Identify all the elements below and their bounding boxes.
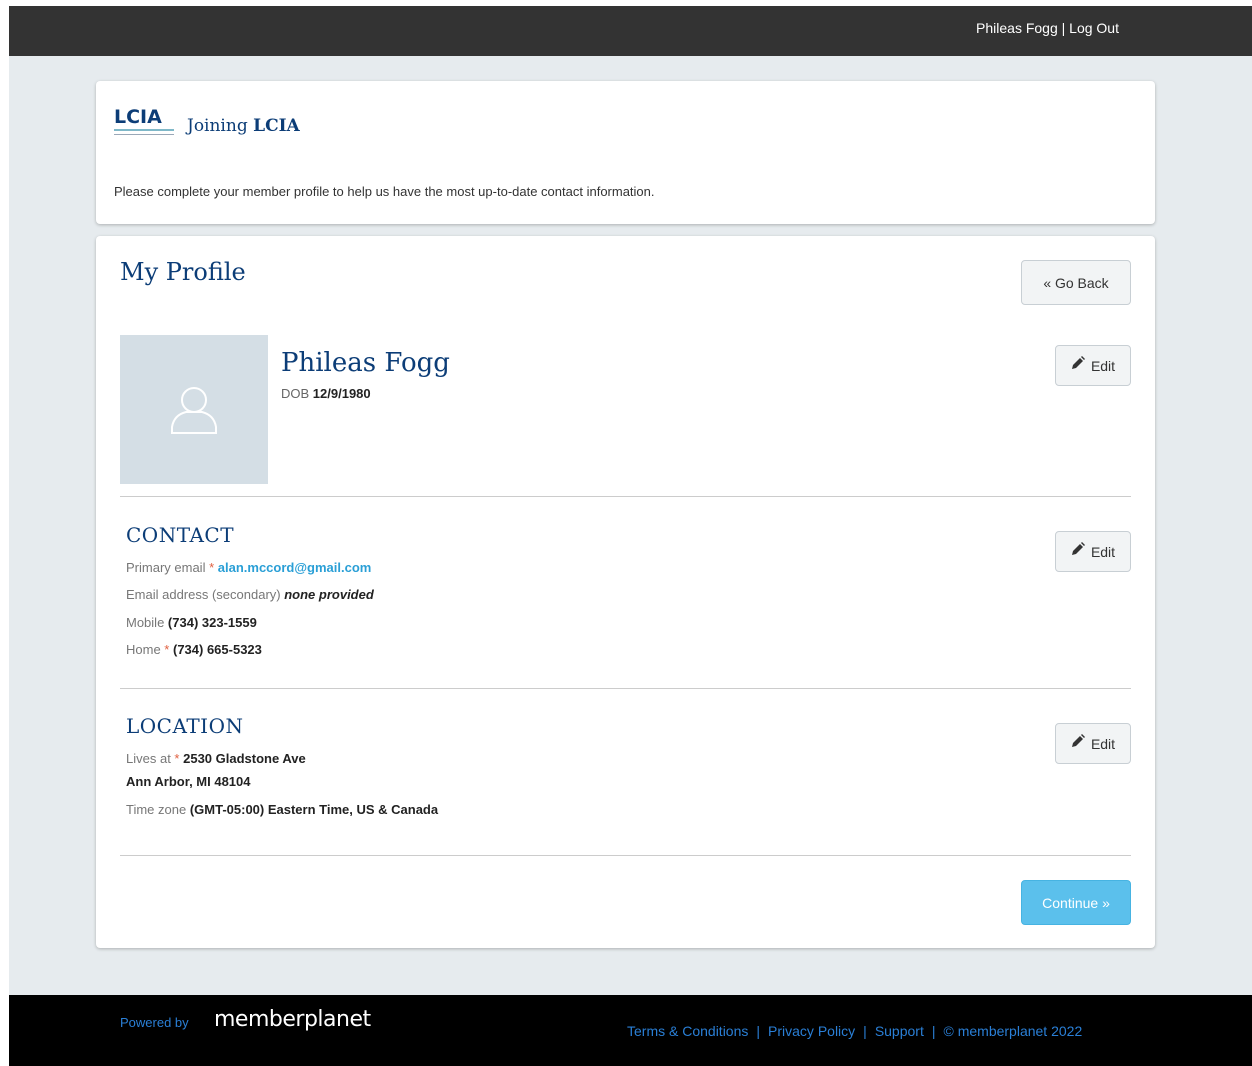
edit-label: Edit bbox=[1090, 543, 1116, 560]
terms-link[interactable]: Terms & Conditions bbox=[627, 1023, 748, 1039]
go-back-button[interactable]: « Go Back bbox=[1021, 260, 1131, 305]
footer-separator: | bbox=[756, 1023, 761, 1039]
pencil-icon bbox=[1071, 355, 1085, 369]
user-icon bbox=[171, 387, 217, 434]
continue-button[interactable]: Continue » bbox=[1021, 880, 1131, 925]
footer-separator: | bbox=[863, 1023, 867, 1039]
page-frame: Phileas Fogg | Log Out LCIA Joining LCIA… bbox=[9, 6, 1252, 1066]
joining-org: LCIA bbox=[253, 116, 300, 136]
secondary-email-value: none provided bbox=[284, 587, 374, 602]
topbar-separator: | bbox=[1057, 20, 1070, 36]
member-name: Phileas Fogg bbox=[281, 348, 450, 378]
joining-prefix: Joining bbox=[187, 116, 254, 136]
mobile-row: Mobile (734) 323-1559 bbox=[126, 615, 257, 630]
footer-links: Terms & Conditions | Privacy Policy | Suppor… bbox=[627, 1023, 1082, 1039]
timezone-label: Time zone bbox=[126, 802, 190, 817]
privacy-link[interactable]: Privacy Policy bbox=[768, 1023, 855, 1039]
location-title: LOCATION bbox=[126, 714, 244, 738]
required-mark: * bbox=[174, 751, 180, 766]
edit-profile-button[interactable]: Edit bbox=[1055, 345, 1131, 386]
page-title: My Profile bbox=[120, 258, 246, 286]
joining-card: LCIA Joining LCIA Please complete your m… bbox=[96, 81, 1155, 224]
powered-by-text: Powered by bbox=[120, 1015, 189, 1030]
user-name-link[interactable]: Phileas Fogg bbox=[976, 20, 1058, 36]
home-row: Home * (734) 665-5323 bbox=[126, 642, 262, 657]
primary-email-label: Primary email bbox=[126, 560, 210, 575]
footer-separator: | bbox=[931, 1023, 936, 1039]
mobile-value: (734) 323-1559 bbox=[167, 615, 257, 630]
top-bar: Phileas Fogg | Log Out bbox=[9, 6, 1252, 56]
primary-email-row: Primary email * alan.mccord@gmail.com bbox=[126, 560, 371, 575]
logout-link[interactable]: Log Out bbox=[1069, 20, 1119, 36]
address-line2-row: Ann Arbor, MI 48104 bbox=[126, 774, 251, 789]
edit-label: Edit bbox=[1090, 735, 1116, 752]
address-line2: Ann Arbor, MI 48104 bbox=[126, 774, 251, 789]
dob-value: 12/9/1980 bbox=[312, 386, 371, 401]
memberplanet-logo[interactable]: memberplanet bbox=[214, 1007, 371, 1032]
mobile-label: Mobile bbox=[126, 615, 168, 630]
required-mark: * bbox=[209, 560, 215, 575]
contact-title: CONTACT bbox=[126, 523, 235, 547]
pencil-icon bbox=[1071, 541, 1085, 555]
pencil-icon bbox=[1071, 733, 1085, 747]
intro-text: Please complete your member profile to h… bbox=[114, 184, 655, 199]
home-label: Home bbox=[126, 642, 165, 657]
timezone-row: Time zone (GMT-05:00) Eastern Time, US &… bbox=[126, 802, 438, 817]
copyright-text: © memberplanet 2022 bbox=[943, 1023, 1083, 1039]
address-row: Lives at * 2530 Gladstone Ave bbox=[126, 751, 306, 766]
profile-card: My Profile « Go Back Phileas Fogg DOB 12… bbox=[96, 236, 1155, 948]
required-mark: * bbox=[164, 642, 170, 657]
divider bbox=[120, 496, 1131, 497]
address-line1: 2530 Gladstone Ave bbox=[183, 751, 306, 766]
logo-text: LCIA bbox=[114, 106, 162, 128]
user-menu: Phileas Fogg | Log Out bbox=[976, 20, 1119, 36]
timezone-value: (GMT-05:00) Eastern Time, US & Canada bbox=[189, 802, 439, 817]
dob: DOB 12/9/1980 bbox=[281, 386, 371, 401]
home-value: (734) 665-5323 bbox=[172, 642, 262, 657]
footer: Powered by memberplanet Terms & Conditio… bbox=[9, 995, 1252, 1066]
lives-at-label: Lives at bbox=[126, 751, 175, 766]
secondary-email-label: Email address (secondary) bbox=[126, 587, 285, 602]
avatar[interactable] bbox=[120, 335, 268, 484]
edit-label: Edit bbox=[1090, 357, 1116, 374]
divider bbox=[120, 688, 1131, 689]
divider bbox=[120, 855, 1131, 856]
support-link[interactable]: Support bbox=[875, 1023, 924, 1039]
lcia-logo: LCIA bbox=[114, 106, 174, 135]
joining-title: Joining LCIA bbox=[187, 116, 300, 136]
edit-location-button[interactable]: Edit bbox=[1055, 723, 1131, 764]
edit-contact-button[interactable]: Edit bbox=[1055, 531, 1131, 572]
primary-email-link[interactable]: alan.mccord@gmail.com bbox=[218, 560, 372, 575]
secondary-email-row: Email address (secondary) none provided bbox=[126, 587, 374, 602]
dob-label: DOB bbox=[281, 386, 313, 401]
